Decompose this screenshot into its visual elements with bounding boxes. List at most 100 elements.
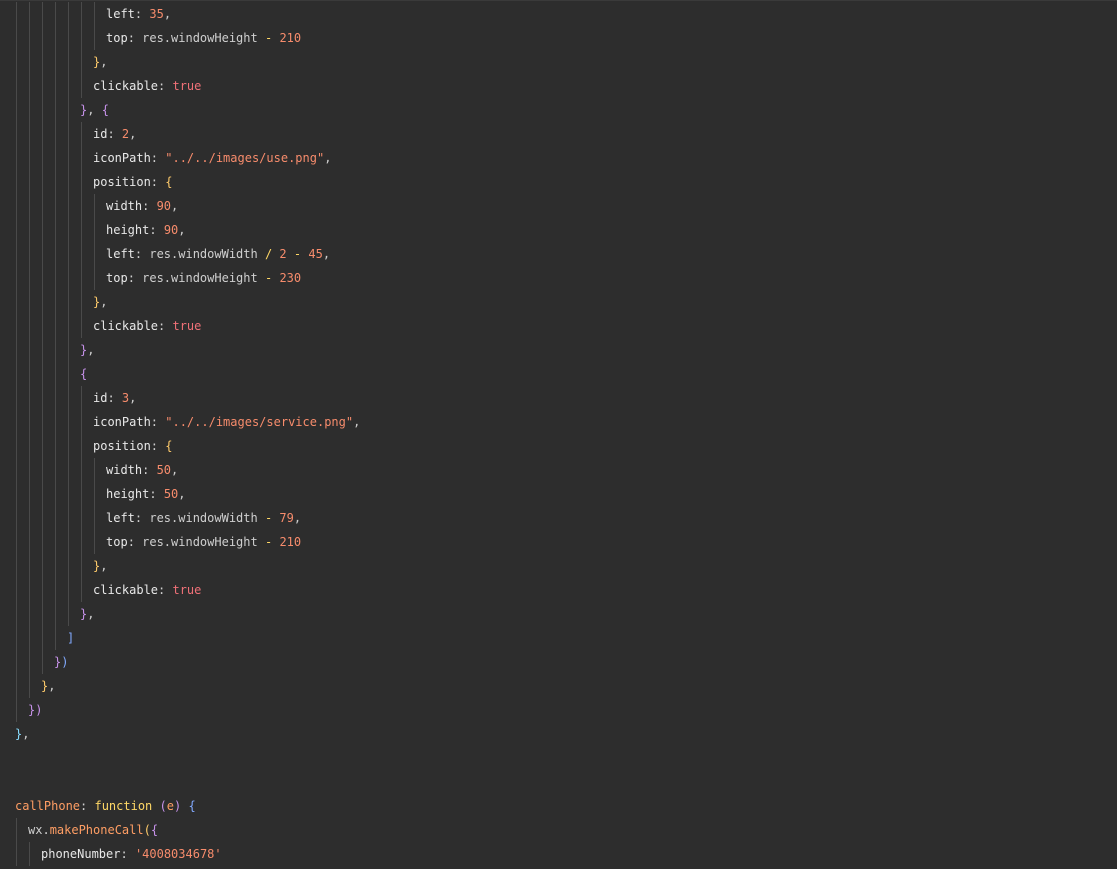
indent-guide: [42, 194, 43, 218]
code-token: ,: [171, 463, 179, 477]
indent-guide: [42, 146, 43, 170]
code-token: (: [143, 823, 151, 837]
indent-guide: [29, 218, 30, 242]
indent-guide: [29, 410, 30, 434]
code-token: left: [106, 7, 135, 21]
indent-guide: [55, 554, 56, 578]
indent-guide: [68, 26, 69, 50]
indent-guide: [94, 218, 95, 242]
code-token: '4008034678': [134, 847, 222, 861]
code-token: ,: [48, 679, 56, 693]
indent-guide: [55, 2, 56, 26]
indent-guide: [29, 362, 30, 386]
indent-guide: [16, 218, 17, 242]
indent-guide: [16, 482, 17, 506]
indent-guide: [55, 386, 56, 410]
indent-guide: [42, 386, 43, 410]
indent-guide: [16, 698, 17, 722]
indent-guide: [81, 266, 82, 290]
code-line: },: [41, 674, 55, 698]
indent-guide: [29, 122, 30, 146]
code-line: height: 90,: [106, 218, 186, 242]
code-token: : res.windowHeight: [127, 31, 265, 45]
indent-guide: [68, 266, 69, 290]
indent-guide: [68, 554, 69, 578]
indent-guide: [16, 338, 17, 362]
code-token: :: [158, 583, 173, 597]
indent-guide: [55, 290, 56, 314]
code-token: :: [158, 79, 173, 93]
indent-guide: [16, 242, 17, 266]
indent-guide: [16, 266, 17, 290]
indent-guide: [81, 218, 82, 242]
indent-guide: [16, 506, 17, 530]
indent-guide: [16, 674, 17, 698]
indent-guide: [94, 242, 95, 266]
code-line: clickable: true: [93, 314, 201, 338]
code-token: :: [150, 175, 166, 189]
code-token: clickable: [93, 319, 159, 333]
indent-guide: [42, 314, 43, 338]
code-line: callPhone: function (e) {: [15, 794, 196, 818]
indent-guide: [68, 146, 69, 170]
code-token: id: [93, 127, 108, 141]
indent-guide: [68, 578, 69, 602]
indent-guide: [81, 170, 82, 194]
indent-guide: [16, 146, 17, 170]
indent-guide: [81, 242, 82, 266]
code-line: },: [93, 554, 107, 578]
code-line: }): [54, 650, 68, 674]
code-token: ,: [129, 127, 137, 141]
indent-guide: [55, 434, 56, 458]
code-line: position: {: [93, 170, 172, 194]
indent-guide: [55, 146, 56, 170]
code-editor[interactable]: left: 35, top: res.windowHeight - 210}, cl…: [0, 0, 1117, 869]
indent-guide: [81, 194, 82, 218]
code-token: ]: [67, 631, 75, 645]
code-line: clickable: true: [93, 578, 201, 602]
code-token: {: [150, 823, 159, 837]
indent-guide: [16, 74, 17, 98]
code-token: ,: [293, 511, 302, 525]
indent-guide: [42, 26, 43, 50]
indent-guide: [42, 98, 43, 122]
code-token: :: [150, 439, 166, 453]
code-token: ,: [353, 415, 361, 429]
indent-guide: [81, 314, 82, 338]
indent-guide: [29, 554, 30, 578]
indent-guide: [42, 482, 43, 506]
code-token: 79: [279, 511, 294, 525]
code-token: {: [165, 439, 173, 453]
indent-guide: [68, 434, 69, 458]
code-token: function: [94, 799, 153, 813]
indent-guide: [81, 458, 82, 482]
indent-guide: [81, 386, 82, 410]
code-token: phoneNumber: [41, 847, 121, 861]
indent-guide: [16, 2, 17, 26]
indent-guide: [29, 26, 30, 50]
indent-guide: [68, 530, 69, 554]
code-token: ,: [324, 151, 332, 165]
code-line: left: res.windowWidth - 79,: [106, 506, 301, 530]
indent-guide: [29, 482, 30, 506]
code-token: ): [61, 655, 69, 669]
indent-guide: [68, 218, 69, 242]
indent-guide: [81, 578, 82, 602]
indent-guide: [68, 314, 69, 338]
indent-guide: [68, 122, 69, 146]
indent-guide: [42, 338, 43, 362]
code-line: top: res.windowHeight - 210: [106, 530, 301, 554]
code-token: :: [107, 127, 122, 141]
code-token: :: [149, 487, 164, 501]
indent-guide: [29, 386, 30, 410]
code-token: 90: [163, 223, 179, 237]
code-token: :: [150, 415, 166, 429]
code-line: },: [93, 50, 107, 74]
indent-guide: [42, 50, 43, 74]
code-token: ,: [87, 607, 95, 621]
indent-guide: [68, 602, 69, 626]
code-token: iconPath: [93, 151, 151, 165]
code-token: 50: [156, 463, 172, 477]
indent-guide: [81, 290, 82, 314]
